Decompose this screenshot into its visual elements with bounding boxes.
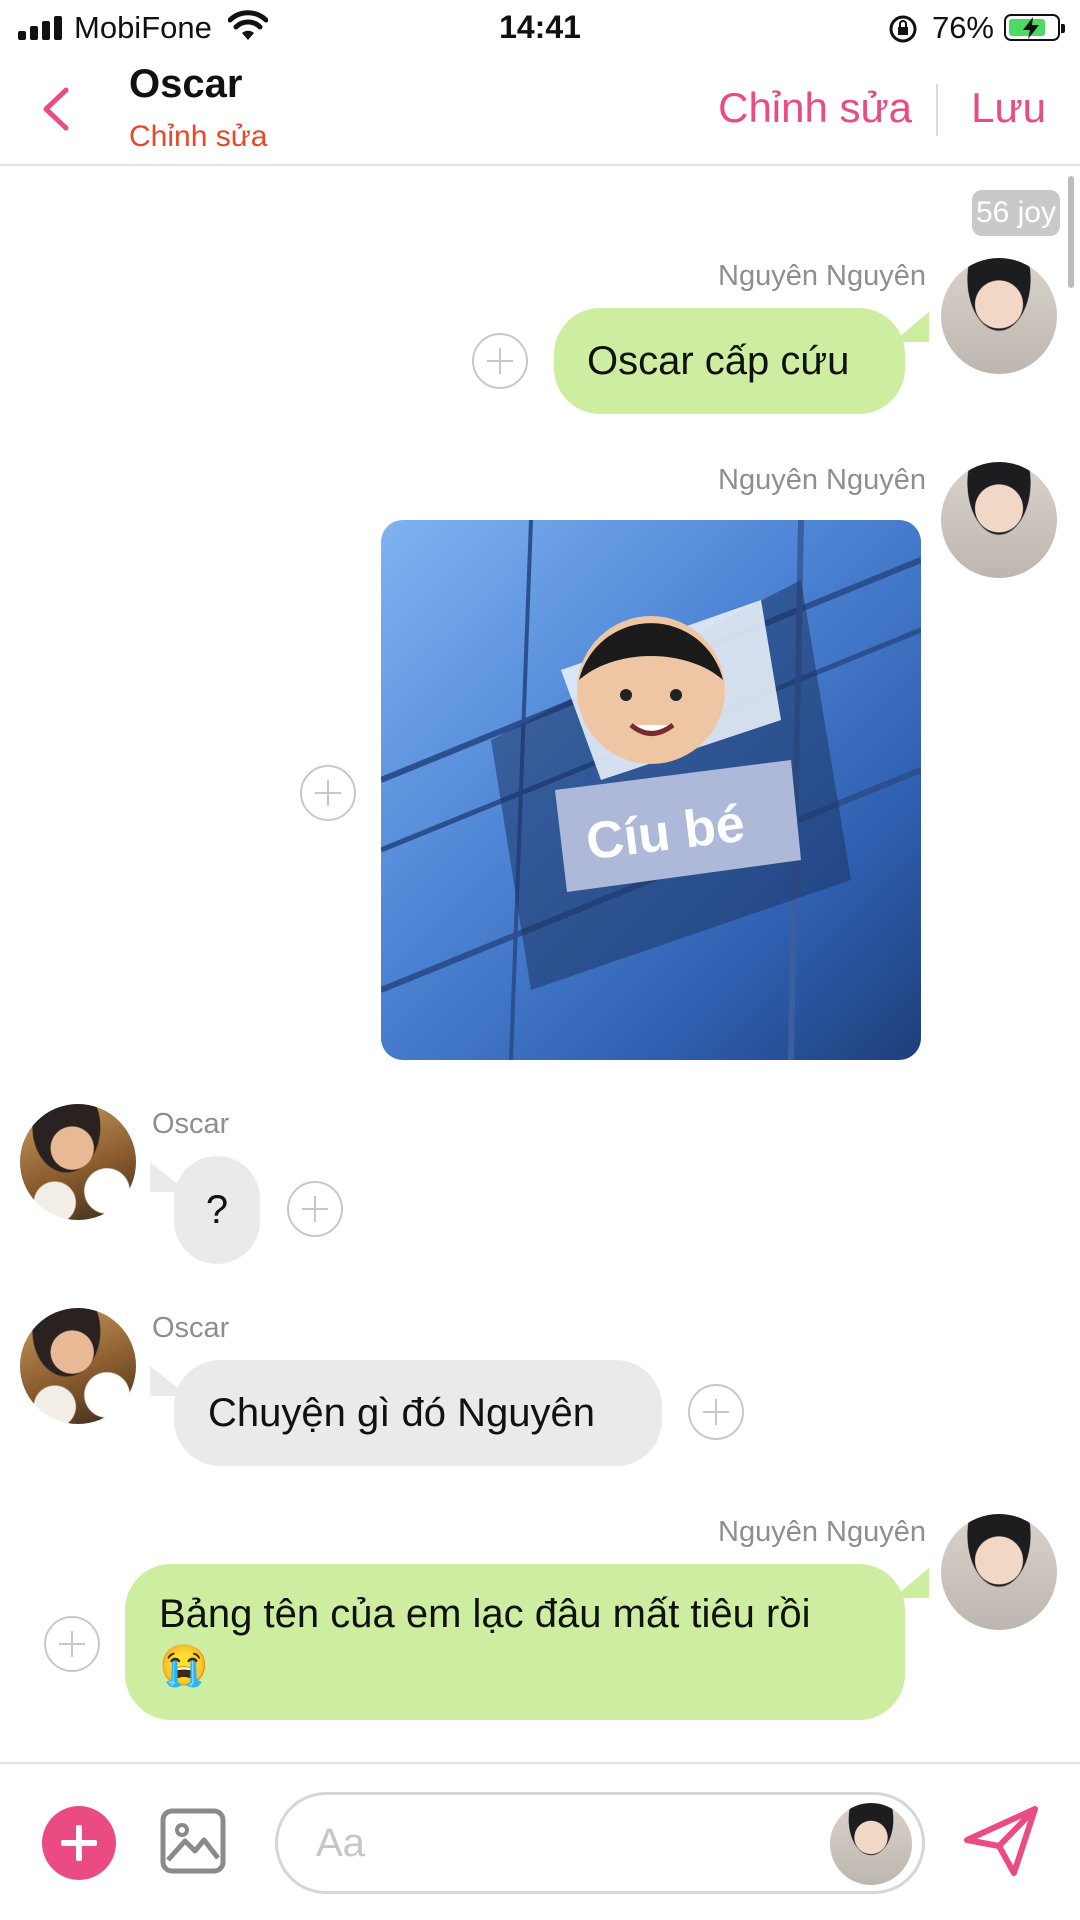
scrollbar[interactable] [1068,176,1074,288]
chat-header: Oscar Chỉnh sửa Chỉnh sửa Lưu [0,56,1080,166]
avatar[interactable] [941,462,1057,578]
sender-avatar[interactable] [830,1803,912,1885]
message-sender: Nguyên Nguyên [718,260,926,292]
message-input-placeholder: Aa [316,1821,365,1865]
edit-button[interactable]: Chỉnh sửa [718,84,912,132]
message-bubble[interactable]: ? [174,1156,260,1264]
message-text: Oscar cấp cứu [587,339,850,383]
composer-bar: Aa [0,1762,1080,1920]
add-reaction-icon[interactable] [300,765,356,821]
rotation-lock-icon [889,15,917,43]
header-divider [936,84,938,136]
avatar[interactable] [941,1514,1057,1630]
message-text: Bảng tên của em lạc đâu mất tiêu rồi [159,1592,811,1636]
joy-counter-badge: 56 joy [971,190,1060,236]
send-icon[interactable] [962,1804,1040,1878]
message-bubble[interactable]: Oscar cấp cứu [554,308,905,414]
add-reaction-icon[interactable] [287,1181,343,1237]
clock: 14:41 [499,9,581,45]
message-sender: Oscar [152,1108,230,1140]
avatar[interactable] [20,1104,136,1220]
status-bar: MobiFone 14:41 76% [0,0,1080,56]
message-input[interactable]: Aa [275,1792,925,1894]
battery-icon [1004,14,1065,41]
message-list[interactable]: 56 joy Nguyên Nguyên Oscar cấp cứu Nguyê… [0,168,1080,1762]
conversation-subtitle[interactable]: Chỉnh sửa [129,120,268,154]
crying-emoji: 😭 [159,1644,209,1688]
message-text: Chuyện gì đó Nguyên [208,1391,595,1435]
add-reaction-icon[interactable] [44,1616,100,1672]
conversation-title: Oscar [129,62,243,106]
save-button[interactable]: Lưu [971,84,1046,132]
battery-percentage: 76% [931,10,994,45]
message-bubble[interactable]: Chuyện gì đó Nguyên [174,1360,662,1466]
message-bubble[interactable]: Bảng tên của em lạc đâu mất tiêu rồi 😭 [125,1564,905,1720]
image-icon[interactable] [160,1808,226,1874]
add-reaction-icon[interactable] [472,333,528,389]
message-sender: Nguyên Nguyên [718,464,926,496]
message-sender: Nguyên Nguyên [718,1516,926,1548]
avatar[interactable] [941,258,1057,374]
add-reaction-icon[interactable] [688,1384,744,1440]
sticker-illustration [381,520,921,1060]
avatar[interactable] [20,1308,136,1424]
add-button[interactable] [42,1806,116,1880]
message-sender: Oscar [152,1312,230,1344]
back-chevron-icon[interactable] [38,86,74,132]
sticker-image[interactable]: Cíu bé [381,520,921,1060]
message-text: ? [205,1188,229,1232]
